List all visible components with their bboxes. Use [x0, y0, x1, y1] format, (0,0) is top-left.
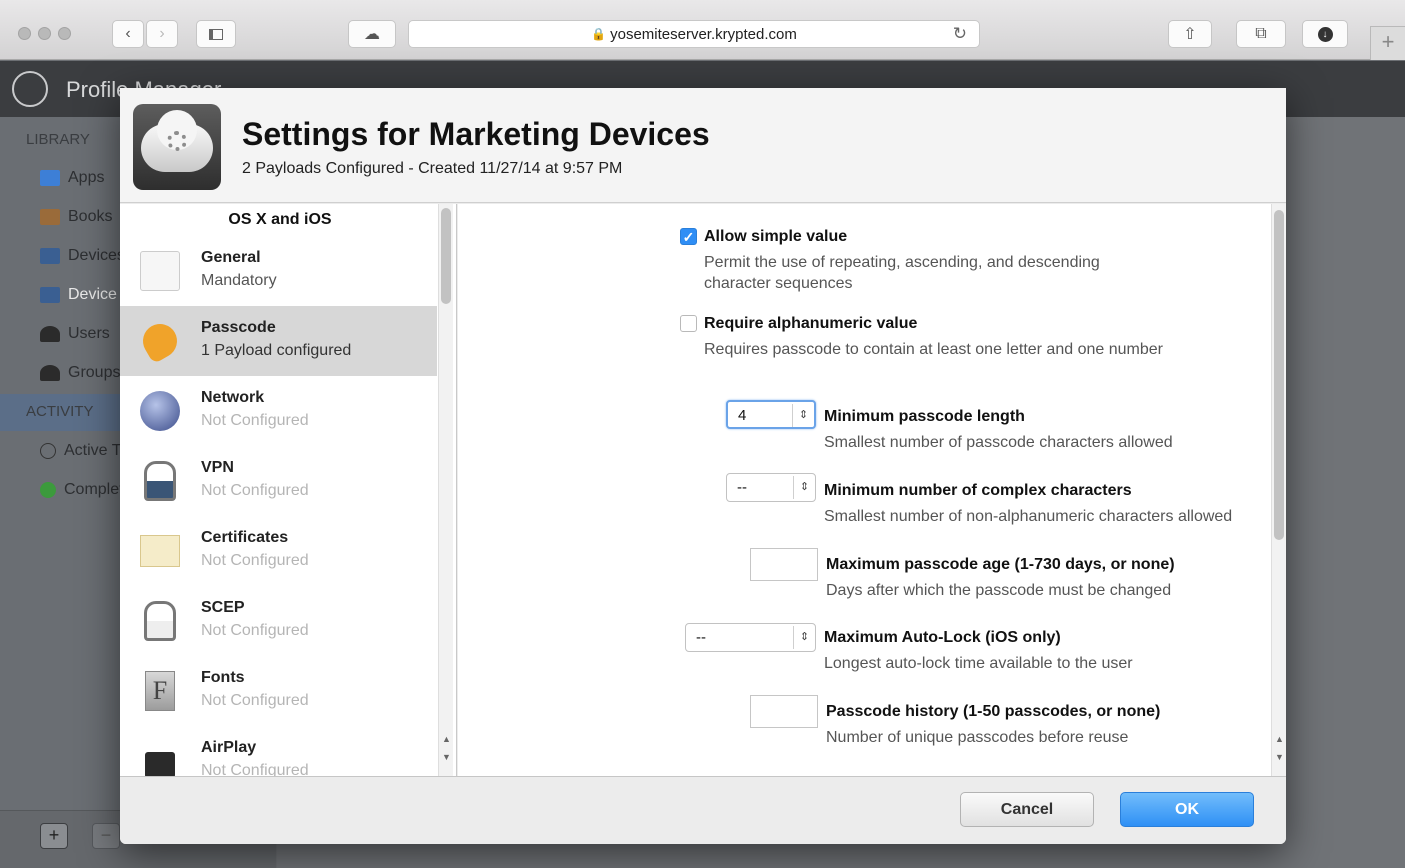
- add-button[interactable]: +: [40, 823, 68, 849]
- close-window-button[interactable]: [18, 27, 31, 40]
- certificate-icon: [140, 535, 180, 567]
- payload-list-scrollbar[interactable]: ▲ ▼: [438, 204, 453, 776]
- scroll-up-arrow-icon[interactable]: ▲: [439, 734, 454, 744]
- min-passcode-length-select[interactable]: 4 ⇕: [726, 400, 816, 429]
- allow-simple-checkbox[interactable]: ✓: [680, 228, 697, 245]
- sidebar-item-users[interactable]: Users: [40, 325, 110, 343]
- payload-list: OS X and iOS General Mandatory Passcode …: [120, 204, 457, 776]
- tabs-overview-button[interactable]: ⧉: [1236, 20, 1286, 48]
- max-auto-lock-setting: Maximum Auto-Lock (iOS only) Longest aut…: [824, 629, 1133, 672]
- max-passcode-age-setting: Maximum passcode age (1-730 days, or non…: [826, 556, 1175, 599]
- vpn-lock-icon: [144, 461, 176, 501]
- tabs-icon: ⧉: [1255, 25, 1267, 42]
- apps-icon: [40, 170, 60, 186]
- min-complex-characters-select[interactable]: -- ⇕: [726, 473, 816, 502]
- group-icon: [40, 365, 60, 381]
- profile-manager-logo-icon: [12, 71, 48, 107]
- require-alphanumeric-setting: Require alphanumeric value Requires pass…: [704, 315, 1163, 358]
- payload-list-scroll-thumb[interactable]: [441, 208, 451, 304]
- payload-airplay[interactable]: AirPlay Not Configured: [120, 726, 437, 776]
- passcode-history-field[interactable]: [750, 695, 818, 728]
- allow-simple-setting: Allow simple value Permit the use of rep…: [704, 228, 1100, 292]
- zoom-window-button[interactable]: [58, 27, 71, 40]
- payload-vpn[interactable]: VPN Not Configured: [120, 446, 437, 516]
- devices-icon: [40, 248, 60, 264]
- max-passcode-age-field[interactable]: [750, 548, 818, 581]
- sidebar-item-groups[interactable]: Groups: [40, 364, 120, 382]
- browser-toolbar: ‹ › ☁ 🔒 yosemiteserver.krypted.com ↻ ⇧ ⧉…: [0, 0, 1405, 60]
- remove-button[interactable]: −: [92, 823, 120, 849]
- completed-icon: [40, 482, 56, 498]
- payload-scep[interactable]: SCEP Not Configured: [120, 586, 437, 656]
- cloud-icon: ☁: [364, 26, 380, 43]
- sidebar-item-apps[interactable]: Apps: [40, 169, 104, 187]
- user-icon: [40, 326, 60, 342]
- icloud-tabs-button[interactable]: ☁: [348, 20, 396, 48]
- key-icon: [136, 317, 184, 365]
- passcode-history-setting: Passcode history (1-50 passcodes, or non…: [826, 703, 1161, 746]
- books-icon: [40, 209, 60, 225]
- require-alphanumeric-checkbox[interactable]: [680, 315, 697, 332]
- library-header: LIBRARY: [26, 131, 90, 148]
- general-switch-icon: [140, 251, 180, 291]
- min-complex-characters-setting: Minimum number of complex characters Sma…: [824, 482, 1233, 525]
- payload-passcode[interactable]: Passcode 1 Payload configured: [120, 306, 437, 376]
- checkmark-icon: ✓: [682, 229, 695, 245]
- airplay-icon: [145, 752, 175, 776]
- settings-scrollbar[interactable]: ▲ ▼: [1271, 204, 1286, 776]
- sidebar-item-devices[interactable]: Devices: [40, 247, 125, 265]
- settings-sheet: Settings for Marketing Devices 2 Payload…: [120, 88, 1286, 844]
- cancel-button[interactable]: Cancel: [960, 792, 1094, 827]
- min-passcode-length-setting: Minimum passcode length Smallest number …: [824, 408, 1173, 451]
- ok-button[interactable]: OK: [1120, 792, 1254, 827]
- lock-icon: 🔒: [591, 27, 607, 41]
- payload-fonts[interactable]: F Fonts Not Configured: [120, 656, 437, 726]
- globe-icon: [140, 391, 180, 431]
- sheet-title: Settings for Marketing Devices: [242, 116, 710, 152]
- payload-certificates[interactable]: Certificates Not Configured: [120, 516, 437, 586]
- sidebar-icon: [209, 28, 223, 40]
- chevron-right-icon: ›: [159, 25, 165, 42]
- settings-profile-icon: [133, 104, 221, 190]
- downloads-button[interactable]: ↓: [1302, 20, 1348, 48]
- address-bar[interactable]: 🔒 yosemiteserver.krypted.com ↻: [408, 20, 980, 48]
- sheet-subtitle: 2 Payloads Configured - Created 11/27/14…: [242, 160, 623, 177]
- new-tab-button[interactable]: +: [1370, 26, 1405, 60]
- reload-icon[interactable]: ↻: [953, 24, 967, 44]
- sheet-footer: Cancel OK: [120, 776, 1286, 844]
- passcode-settings-pane: − ✓ Allow simple value Permit the use of…: [458, 204, 1286, 776]
- max-auto-lock-select[interactable]: -- ⇕: [685, 623, 816, 652]
- forward-button[interactable]: ›: [146, 20, 178, 48]
- scroll-down-arrow-icon[interactable]: ▼: [439, 752, 454, 762]
- scroll-up-arrow-icon[interactable]: ▲: [1272, 734, 1286, 744]
- share-icon: ⇧: [1183, 26, 1197, 43]
- payload-general[interactable]: General Mandatory: [120, 236, 437, 306]
- stepper-arrows-icon: ⇕: [793, 626, 815, 649]
- sidebar-item-books[interactable]: Books: [40, 208, 112, 226]
- sheet-header: Settings for Marketing Devices 2 Payload…: [120, 88, 1286, 203]
- back-button[interactable]: ‹: [112, 20, 144, 48]
- scep-lock-icon: [144, 601, 176, 641]
- clock-icon: [40, 443, 56, 459]
- stepper-arrows-icon: ⇕: [792, 404, 814, 427]
- sidebar-toggle-button[interactable]: [196, 20, 236, 48]
- font-icon: F: [145, 671, 175, 711]
- settings-scroll-thumb[interactable]: [1274, 210, 1284, 540]
- minimize-window-button[interactable]: [38, 27, 51, 40]
- stepper-arrows-icon: ⇕: [793, 476, 815, 499]
- url-text: yosemiteserver.krypted.com: [610, 25, 797, 43]
- payload-network[interactable]: Network Not Configured: [120, 376, 437, 446]
- share-button[interactable]: ⇧: [1168, 20, 1212, 48]
- scroll-down-arrow-icon[interactable]: ▼: [1272, 752, 1286, 762]
- payload-list-header: OS X and iOS: [228, 211, 332, 228]
- device-groups-icon: [40, 287, 60, 303]
- download-icon: ↓: [1317, 26, 1333, 42]
- chevron-left-icon: ‹: [125, 25, 131, 42]
- activity-header: ACTIVITY: [26, 403, 94, 420]
